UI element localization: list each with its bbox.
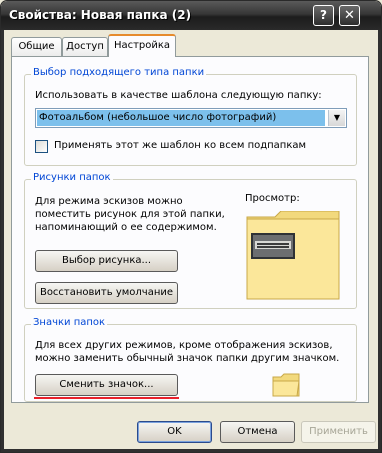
close-button[interactable]: ✕ xyxy=(339,5,360,26)
apply-all-label[interactable]: Применять этот же шаблон ко всем подпапк… xyxy=(54,140,306,151)
tab-general[interactable]: Общие xyxy=(11,37,62,56)
preview-label: Просмотр: xyxy=(245,193,300,204)
apply-button[interactable]: Применить xyxy=(301,421,376,443)
choose-picture-button[interactable]: Выбор рисунка... xyxy=(35,250,178,272)
apply-all-checkbox[interactable] xyxy=(35,140,48,153)
folder-icon xyxy=(272,373,300,397)
folder-thumbnail-icon xyxy=(246,210,340,300)
window-title: Свойства: Новая папка (2) xyxy=(9,8,192,22)
folder-type-legend: Выбор подходящего типа папки xyxy=(31,67,207,78)
window-frame-right xyxy=(378,30,381,452)
change-icon-button[interactable]: Сменить значок... xyxy=(35,374,178,396)
folder-pictures-legend: Рисунки папок xyxy=(31,172,113,183)
annotation-underline xyxy=(34,397,179,399)
template-select[interactable]: Фотоальбом (небольшое число фотографий) … xyxy=(35,108,347,128)
folder-preview-image xyxy=(245,210,341,301)
chevron-down-icon[interactable]: ▼ xyxy=(328,110,345,126)
window-frame-left xyxy=(1,30,4,452)
restore-default-button[interactable]: Восстановить умолчание xyxy=(35,282,178,304)
tab-customize[interactable]: Настройка xyxy=(108,34,176,57)
icons-description: Для всех других режимов, кроме отображен… xyxy=(35,340,340,364)
window-frame-bottom xyxy=(1,449,381,452)
ok-button[interactable]: OK xyxy=(137,421,212,443)
title-bar[interactable]: Свойства: Новая папка (2) ? ✕ xyxy=(1,1,381,30)
cancel-button[interactable]: Отмена xyxy=(220,421,295,443)
help-button[interactable]: ? xyxy=(313,5,334,26)
template-select-value: Фотоальбом (небольшое число фотографий) xyxy=(37,110,325,126)
properties-dialog: Свойства: Новая папка (2) ? ✕ Общие Дост… xyxy=(0,0,382,453)
pictures-description: Для режима эскизов можно поместить рисун… xyxy=(35,196,225,233)
tab-sharing[interactable]: Доступ xyxy=(62,37,108,56)
template-label: Использовать в качестве шаблона следующу… xyxy=(35,90,322,101)
folder-icons-legend: Значки папок xyxy=(31,317,108,328)
